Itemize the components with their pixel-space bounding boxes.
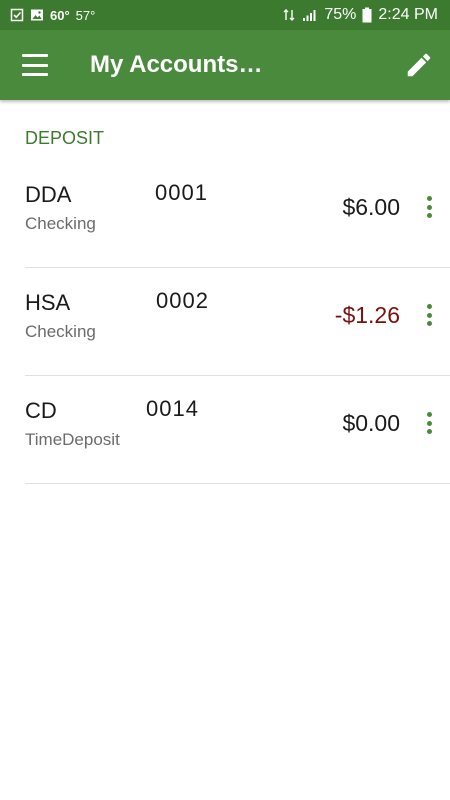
- menu-line: [22, 73, 48, 76]
- account-name: HSA: [25, 290, 71, 315]
- account-name: DDA: [25, 182, 72, 207]
- account-balance-negative: -$1.26: [334, 302, 400, 328]
- account-balance: $6.00: [342, 194, 400, 220]
- account-row-cd[interactable]: CD 0014 TimeDeposit $0.00: [0, 376, 450, 484]
- more-dot: [426, 412, 432, 417]
- menu-line: [22, 54, 48, 57]
- weather-current-temp: 57°: [75, 7, 96, 23]
- more-dot: [426, 429, 432, 434]
- weather-high-temp: 60°: [50, 7, 70, 23]
- account-type: TimeDeposit: [25, 430, 120, 449]
- section-header-deposit: DEPOSIT: [25, 128, 105, 148]
- more-options-icon[interactable]: [420, 302, 438, 328]
- account-number: 0001: [155, 180, 208, 205]
- more-dot: [426, 312, 432, 318]
- account-balance: $0.00: [342, 410, 400, 436]
- more-options-icon[interactable]: [420, 410, 438, 436]
- account-type: Checking: [25, 214, 96, 233]
- more-dot: [426, 420, 432, 426]
- account-type: Checking: [25, 322, 96, 341]
- hamburger-menu-icon[interactable]: [20, 52, 50, 78]
- more-dot: [426, 304, 432, 309]
- page-title: My Accounts…: [90, 51, 263, 78]
- menu-line: [22, 63, 48, 67]
- task-checklist-icon: [10, 8, 24, 22]
- status-bar-right: 75% 2:24 PM: [282, 6, 438, 24]
- battery-icon: [362, 7, 372, 23]
- account-number: 0002: [156, 288, 209, 313]
- clock-time: 2:24 PM: [378, 6, 438, 23]
- status-bar-left: 60° 57°: [10, 8, 95, 23]
- edit-pencil-icon[interactable]: [404, 50, 434, 80]
- account-row-dda[interactable]: DDA 0001 Checking $6.00: [0, 160, 450, 268]
- data-transfer-icon: [283, 9, 295, 21]
- app-bar: My Accounts…: [0, 30, 450, 100]
- more-dot: [426, 196, 432, 201]
- image-icon: [31, 9, 43, 21]
- more-dot: [426, 213, 432, 218]
- account-name: CD: [25, 398, 57, 423]
- more-dot: [426, 204, 432, 210]
- more-options-icon[interactable]: [420, 194, 438, 220]
- status-bar: 60° 57° 75% 2:24 PM: [0, 0, 450, 30]
- battery-percent: 75%: [324, 6, 357, 23]
- account-number: 0014: [146, 396, 199, 421]
- signal-strength-icon: [303, 10, 316, 21]
- row-divider: [25, 483, 450, 484]
- account-row-hsa[interactable]: HSA 0002 Checking -$1.26: [0, 268, 450, 376]
- more-dot: [426, 321, 432, 326]
